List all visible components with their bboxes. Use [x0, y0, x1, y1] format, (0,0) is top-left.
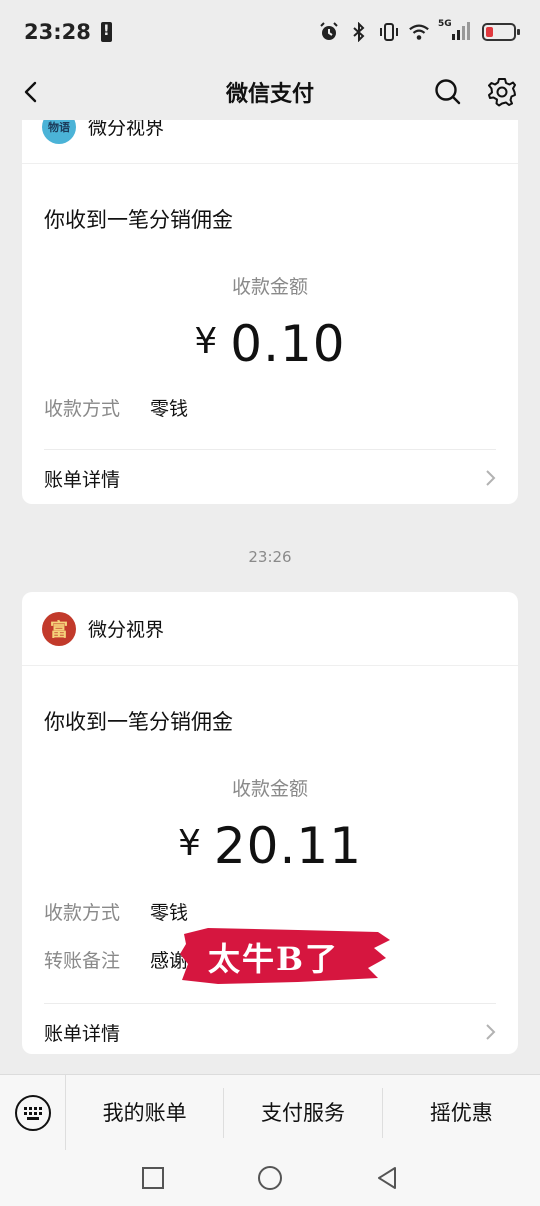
- menu-shake-discounts[interactable]: 摇优惠: [381, 1087, 540, 1138]
- keyboard-icon: [14, 1094, 51, 1131]
- battery-warning-icon: [100, 22, 112, 42]
- sticker-text: 太牛B了: [208, 940, 340, 978]
- amount-value: ¥20.11: [22, 817, 518, 875]
- back-nav-icon[interactable]: [374, 1165, 400, 1191]
- card-header[interactable]: 富 微分视界: [22, 592, 518, 666]
- detail-key: 收款方式: [44, 901, 121, 924]
- detail-key: 转账备注: [44, 949, 121, 972]
- status-time: 23:28: [24, 20, 91, 44]
- system-nav-bar: [0, 1150, 540, 1206]
- currency-symbol: ¥: [194, 321, 219, 362]
- gear-icon[interactable]: [486, 76, 518, 108]
- bluetooth-icon: [348, 21, 370, 43]
- back-icon[interactable]: [16, 76, 48, 108]
- footer-label: 账单详情: [44, 468, 121, 491]
- chevron-right-icon: [486, 470, 496, 486]
- card-title: 你收到一笔分销佣金: [44, 208, 233, 232]
- bill-details-link[interactable]: 账单详情: [22, 450, 518, 506]
- amount-number: 20.11: [213, 817, 363, 875]
- amount-label: 收款金额: [231, 778, 308, 800]
- card-title: 你收到一笔分销佣金: [44, 710, 233, 734]
- payment-card: 物语 微分视界 你收到一笔分销佣金 收款金额 ¥0.10 收款方式 零钱 账单详…: [22, 120, 518, 504]
- menu-payment-services[interactable]: 支付服务: [223, 1087, 381, 1138]
- merchant-name: 微分视界: [88, 120, 165, 139]
- signal-icon: 5G: [438, 19, 470, 43]
- amount-number: 0.10: [230, 315, 346, 373]
- message-timestamp: 23:26: [248, 548, 292, 566]
- merchant-avatar: 富: [42, 611, 76, 646]
- merchant-avatar: 物语: [42, 120, 76, 144]
- search-icon[interactable]: [432, 76, 464, 108]
- bottom-menu: 我的账单 支付服务 摇优惠: [0, 1074, 540, 1151]
- detail-row: 收款方式 零钱: [22, 383, 518, 431]
- sticker-overlay: 太牛B了: [178, 924, 390, 986]
- card-header[interactable]: 物语 微分视界: [22, 120, 518, 164]
- currency-symbol: ¥: [177, 823, 202, 864]
- amount-value: ¥0.10: [22, 315, 518, 373]
- menu-my-bills[interactable]: 我的账单: [66, 1088, 223, 1138]
- detail-key: 收款方式: [44, 397, 121, 420]
- wifi-icon: [408, 21, 430, 43]
- recent-apps-icon[interactable]: [140, 1165, 166, 1191]
- bill-details-link[interactable]: 账单详情: [22, 1004, 518, 1060]
- keyboard-toggle[interactable]: [0, 1074, 66, 1151]
- detail-value: 零钱: [150, 901, 189, 924]
- nav-bar: 微信支付: [0, 64, 540, 120]
- home-icon[interactable]: [256, 1164, 284, 1192]
- amount-label: 收款金额: [231, 276, 308, 298]
- status-bar: 23:28 5G: [0, 0, 540, 64]
- alarm-icon: [318, 21, 340, 43]
- detail-value: 零钱: [150, 397, 189, 420]
- page-title: 微信支付: [225, 82, 314, 107]
- footer-label: 账单详情: [44, 1022, 121, 1045]
- chevron-right-icon: [486, 1024, 496, 1040]
- vibrate-icon: [378, 21, 400, 43]
- battery-icon: [482, 23, 520, 41]
- merchant-name: 微分视界: [88, 619, 165, 641]
